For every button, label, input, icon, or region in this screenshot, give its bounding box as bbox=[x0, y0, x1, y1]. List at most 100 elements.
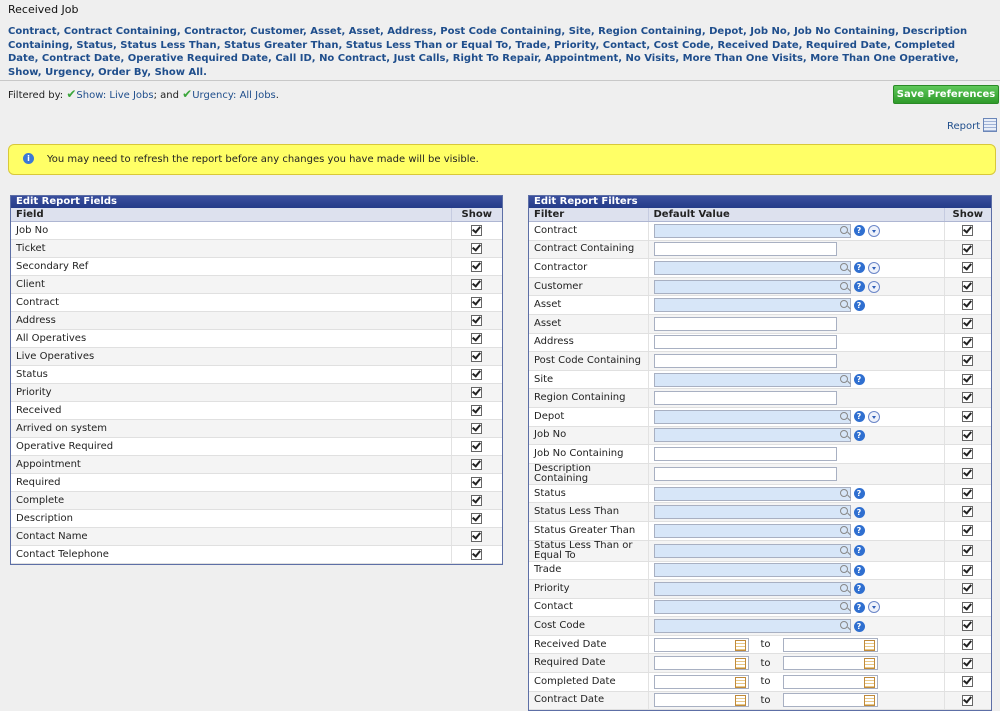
help-circle-icon[interactable]: ? bbox=[853, 506, 865, 518]
show-checkbox[interactable] bbox=[962, 299, 974, 311]
help-circle-icon[interactable]: ? bbox=[853, 545, 865, 556]
show-checkbox[interactable] bbox=[962, 429, 974, 441]
show-checkbox[interactable] bbox=[471, 548, 483, 560]
show-checkbox[interactable] bbox=[471, 224, 483, 236]
show-checkbox[interactable] bbox=[962, 601, 974, 613]
calendar-icon[interactable] bbox=[734, 658, 746, 670]
calendar-icon[interactable] bbox=[863, 658, 875, 670]
help-circle-icon[interactable]: ? bbox=[853, 564, 865, 576]
filter-link[interactable]: Call ID bbox=[275, 53, 311, 64]
filter-link[interactable]: No Contract bbox=[319, 53, 386, 64]
filter-link[interactable]: Post Code Containing bbox=[440, 26, 561, 37]
show-checkbox[interactable] bbox=[962, 225, 974, 237]
calendar-icon[interactable] bbox=[863, 639, 875, 651]
lookup-input[interactable] bbox=[653, 428, 851, 443]
help-circle-icon[interactable]: ? bbox=[853, 620, 865, 632]
show-checkbox[interactable] bbox=[471, 458, 483, 470]
filter-show-link[interactable]: Show: Live Jobs bbox=[76, 90, 153, 101]
text-input[interactable] bbox=[653, 446, 837, 461]
show-checkbox[interactable] bbox=[471, 260, 483, 272]
filter-link[interactable]: Depot bbox=[709, 26, 743, 37]
show-checkbox[interactable] bbox=[962, 676, 974, 688]
text-input[interactable] bbox=[653, 335, 837, 350]
magnifier-icon[interactable] bbox=[839, 225, 848, 234]
chevron-down-icon[interactable] bbox=[867, 280, 880, 293]
date-from-input[interactable] bbox=[653, 656, 749, 671]
show-checkbox[interactable] bbox=[962, 524, 974, 536]
filter-link[interactable]: More Than One Operative bbox=[810, 53, 955, 64]
calendar-icon[interactable] bbox=[734, 639, 746, 651]
filter-link[interactable]: Status Greater Than bbox=[224, 40, 339, 51]
text-input[interactable] bbox=[653, 466, 837, 481]
show-checkbox[interactable] bbox=[471, 314, 483, 326]
help-circle-icon[interactable]: ? bbox=[853, 299, 865, 311]
filter-link[interactable]: Show All. bbox=[155, 67, 207, 78]
lookup-input[interactable] bbox=[653, 223, 851, 238]
text-input[interactable] bbox=[653, 353, 837, 368]
filter-link[interactable]: No Visits bbox=[626, 53, 676, 64]
calendar-icon[interactable] bbox=[734, 695, 746, 707]
calendar-icon[interactable] bbox=[863, 676, 875, 688]
help-circle-icon[interactable]: ? bbox=[853, 411, 865, 423]
report-icon[interactable] bbox=[983, 118, 997, 132]
show-checkbox[interactable] bbox=[962, 638, 974, 650]
lookup-input[interactable] bbox=[653, 505, 851, 520]
filter-link[interactable]: Job No bbox=[750, 26, 786, 37]
help-circle-icon[interactable]: ? bbox=[853, 374, 865, 386]
chevron-down-icon[interactable] bbox=[867, 261, 880, 274]
filter-link[interactable]: Contract Date bbox=[42, 53, 121, 64]
magnifier-icon[interactable] bbox=[839, 374, 848, 383]
show-checkbox[interactable] bbox=[962, 318, 974, 330]
date-to-input[interactable] bbox=[782, 637, 878, 652]
show-checkbox[interactable] bbox=[962, 487, 974, 499]
help-circle-icon[interactable]: ? bbox=[853, 225, 865, 237]
magnifier-icon[interactable] bbox=[839, 525, 848, 534]
show-checkbox[interactable] bbox=[471, 530, 483, 542]
lookup-input[interactable] bbox=[653, 619, 851, 634]
filter-link[interactable]: Received Date bbox=[717, 40, 798, 51]
date-from-input[interactable] bbox=[653, 637, 749, 652]
magnifier-icon[interactable] bbox=[839, 300, 848, 309]
show-checkbox[interactable] bbox=[962, 243, 974, 255]
filter-link[interactable]: Status Less Than or Equal To bbox=[346, 40, 508, 51]
show-checkbox[interactable] bbox=[962, 544, 974, 556]
show-checkbox[interactable] bbox=[471, 404, 483, 416]
report-link[interactable]: Report bbox=[947, 121, 980, 132]
date-to-input[interactable] bbox=[782, 674, 878, 689]
filter-link[interactable]: Customer bbox=[250, 26, 303, 37]
filter-link[interactable]: Right To Repair bbox=[453, 53, 538, 64]
calendar-icon[interactable] bbox=[734, 676, 746, 688]
filter-link[interactable]: Contract Containing bbox=[64, 26, 177, 37]
magnifier-icon[interactable] bbox=[839, 545, 848, 554]
chevron-down-icon[interactable] bbox=[867, 410, 880, 423]
magnifier-icon[interactable] bbox=[839, 507, 848, 516]
filter-link[interactable]: Site bbox=[569, 26, 591, 37]
show-checkbox[interactable] bbox=[962, 620, 974, 632]
filter-link[interactable]: Cost Code bbox=[654, 40, 711, 51]
text-input[interactable] bbox=[653, 242, 837, 257]
show-checkbox[interactable] bbox=[962, 280, 974, 292]
magnifier-icon[interactable] bbox=[839, 281, 848, 290]
show-checkbox[interactable] bbox=[962, 410, 974, 422]
show-checkbox[interactable] bbox=[962, 694, 974, 706]
help-circle-icon[interactable]: ? bbox=[853, 488, 865, 500]
show-checkbox[interactable] bbox=[962, 262, 974, 274]
show-checkbox[interactable] bbox=[471, 476, 483, 488]
filter-link[interactable]: Asset bbox=[349, 26, 380, 37]
filter-link[interactable]: Status bbox=[76, 40, 113, 51]
lookup-input[interactable] bbox=[653, 600, 851, 615]
help-circle-icon[interactable]: ? bbox=[853, 281, 865, 293]
show-checkbox[interactable] bbox=[471, 494, 483, 506]
show-checkbox[interactable] bbox=[471, 242, 483, 254]
magnifier-icon[interactable] bbox=[839, 565, 848, 574]
show-checkbox[interactable] bbox=[962, 392, 974, 404]
filter-link[interactable]: More Than One Visits bbox=[683, 53, 803, 64]
help-circle-icon[interactable]: ? bbox=[853, 601, 865, 613]
lookup-input[interactable] bbox=[653, 409, 851, 424]
show-checkbox[interactable] bbox=[471, 422, 483, 434]
magnifier-icon[interactable] bbox=[839, 262, 848, 271]
filter-link[interactable]: Order By bbox=[98, 67, 147, 78]
show-checkbox[interactable] bbox=[962, 564, 974, 576]
filter-link[interactable]: Address bbox=[387, 26, 433, 37]
show-checkbox[interactable] bbox=[962, 448, 974, 460]
